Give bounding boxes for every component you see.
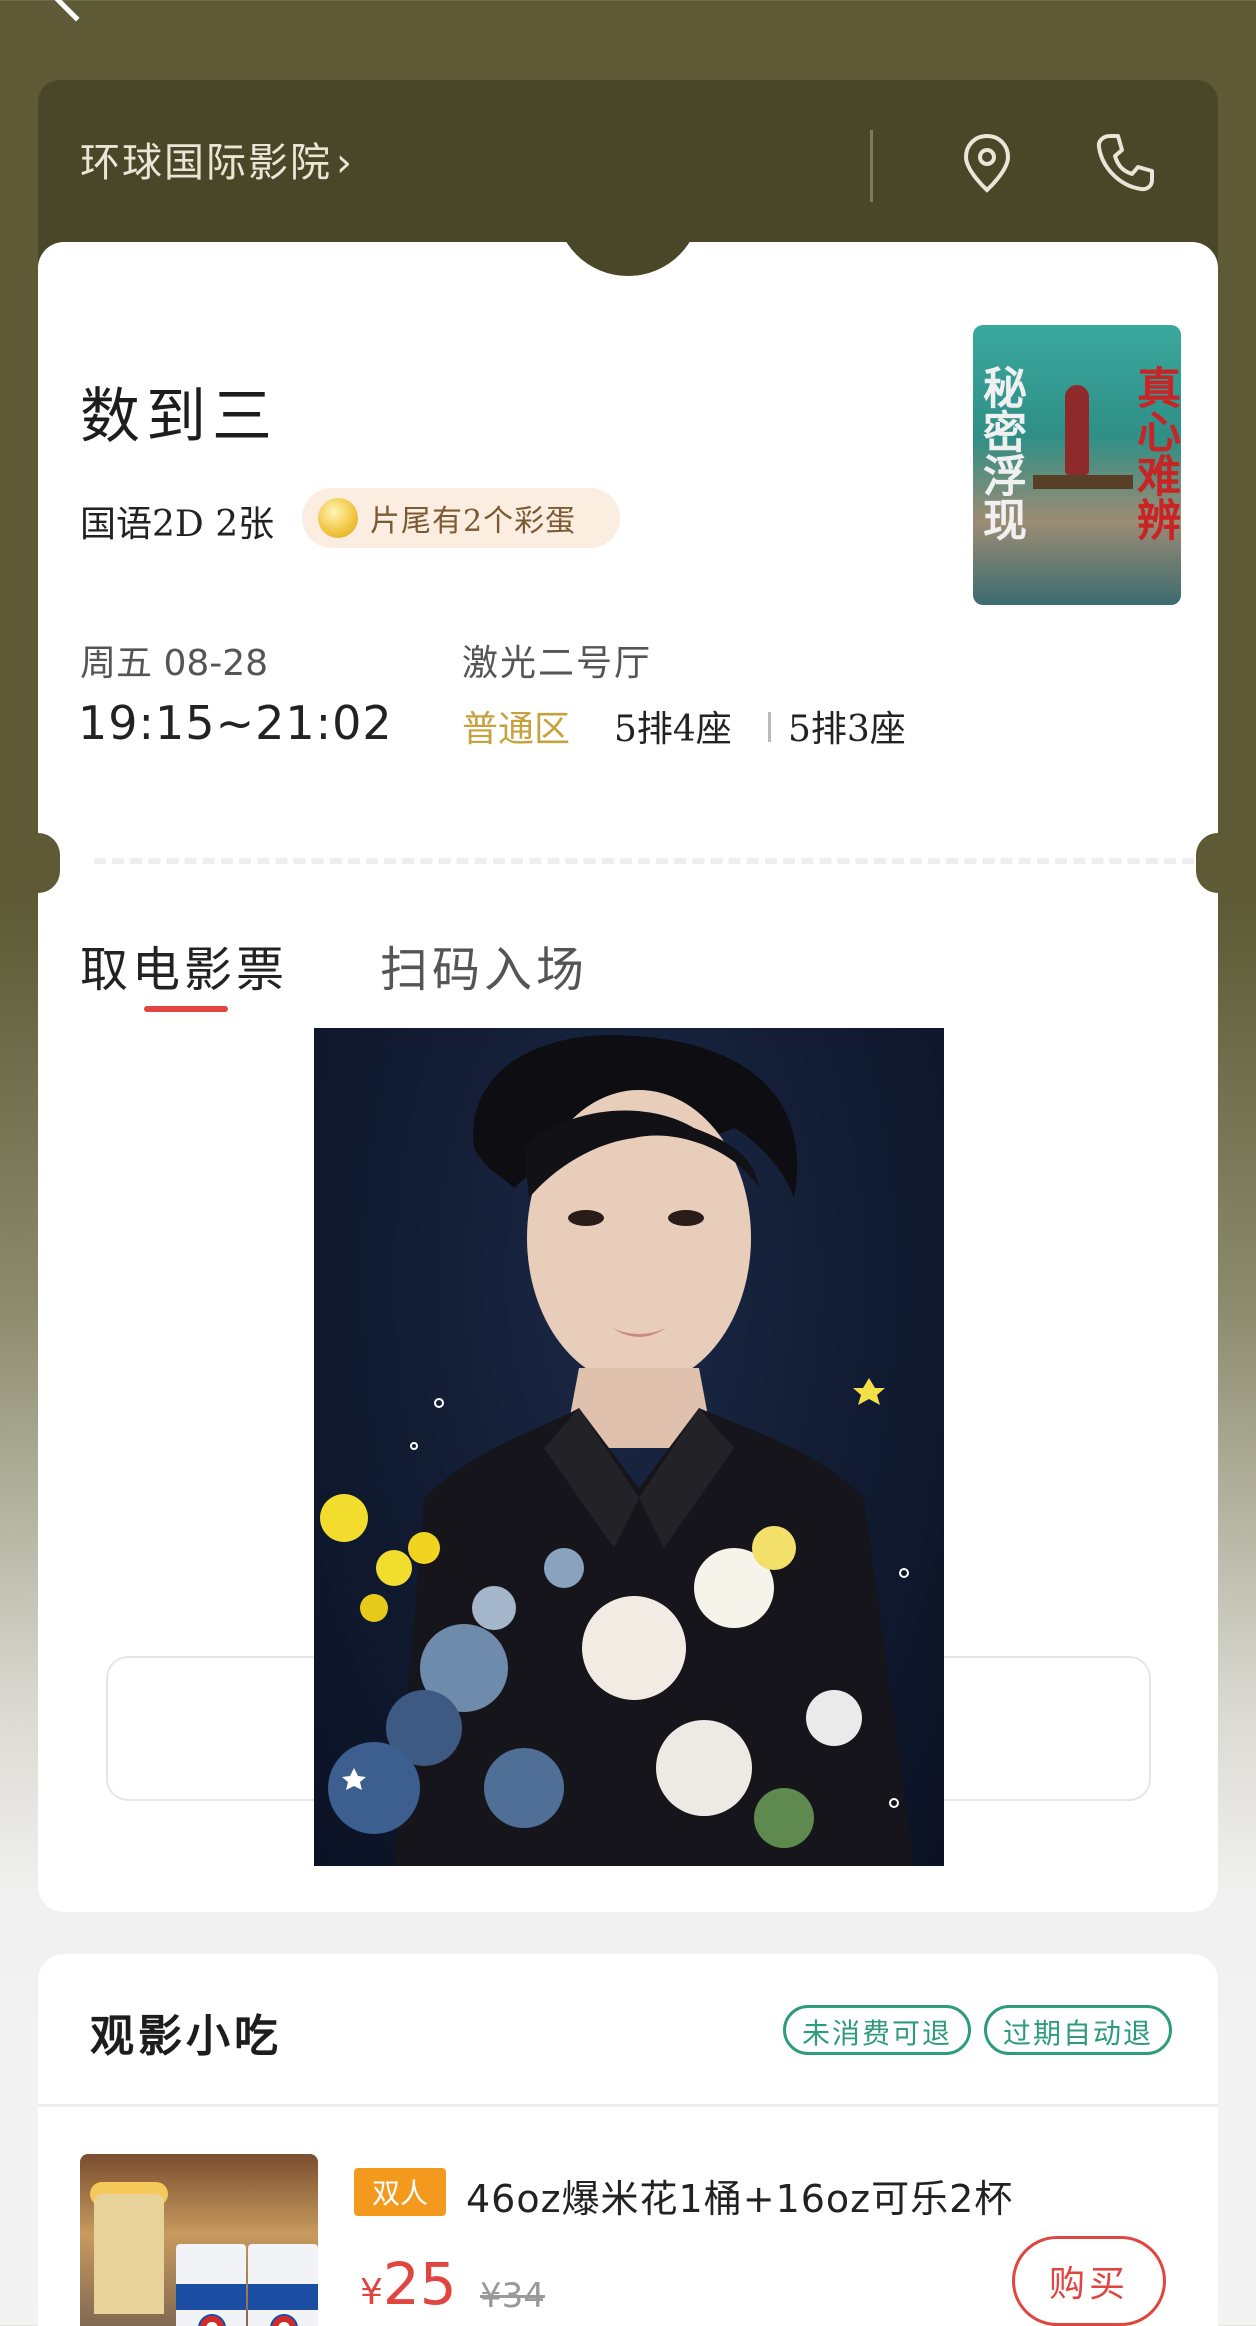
show-date: 周五 08-28 [80, 643, 269, 684]
seat-zone: 普通区 [462, 709, 571, 750]
phone-icon[interactable] [1090, 128, 1160, 198]
tab-pickup-ticket[interactable]: 取电影票 [80, 930, 288, 1000]
location-pin-icon[interactable] [952, 128, 1022, 198]
buy-button[interactable]: 购买 [1012, 2236, 1166, 2326]
popcorn-bucket [94, 2194, 164, 2314]
snack-name[interactable]: 46oz爆米花1桶+16oz可乐2杯 [466, 2168, 1013, 2223]
ticket-notch-right [1196, 833, 1240, 893]
easter-egg-badge: 片尾有2个彩蛋 [302, 488, 620, 548]
easter-egg-note: 片尾有2个彩蛋 [370, 504, 577, 539]
snack-combo-image[interactable] [80, 2154, 318, 2326]
tab-scan-entry[interactable]: 扫码入场 [380, 930, 588, 1000]
back-chevron-icon[interactable] [50, 0, 102, 22]
active-tab-indicator [144, 1006, 228, 1012]
movie-poster[interactable]: 秘密浮现 真心难辨 [973, 325, 1181, 605]
poster-bench [1033, 475, 1133, 489]
cinema-name-link[interactable]: 环球国际影院 › [80, 130, 354, 188]
overlay-portrait-photo [314, 1028, 944, 1866]
egg-icon [318, 498, 358, 538]
movie-format-count: 国语2D 2张 [80, 504, 275, 545]
cinema-name: 环球国际影院 [80, 140, 332, 186]
original-price: ¥34 [480, 2276, 545, 2316]
poster-figure [1065, 385, 1089, 475]
currency-symbol: ¥ [360, 2272, 383, 2313]
chevron-right-icon: › [336, 140, 354, 186]
seat-separator [768, 712, 771, 742]
refund-policy-tag: 未消费可退 [783, 2005, 972, 2055]
snack-price: ¥25 [360, 2250, 457, 2318]
seat-label: 5排3座 [788, 709, 906, 750]
header-divider [870, 130, 873, 202]
seat-label: 5排4座 [614, 709, 732, 750]
movie-title[interactable]: 数到三 [80, 368, 278, 455]
ticket-perforation [94, 858, 1194, 864]
snacks-divider [38, 2104, 1218, 2107]
cola-cup-icon [176, 2244, 246, 2326]
combo-badge: 双人 [354, 2168, 446, 2216]
show-time-range: 19:15~21:02 [78, 696, 393, 750]
auto-refund-tag: 过期自动退 [984, 2005, 1173, 2055]
hall-name: 激光二号厅 [462, 643, 653, 684]
price-value: 25 [382, 2250, 457, 2318]
snacks-section-title: 观影小吃 [90, 2011, 282, 2062]
poster-left-text: 秘密浮现 [975, 365, 1026, 541]
ticket-notch-left [16, 833, 60, 893]
cola-cup-icon [248, 2244, 318, 2326]
poster-right-text: 真心难辨 [1129, 365, 1180, 541]
